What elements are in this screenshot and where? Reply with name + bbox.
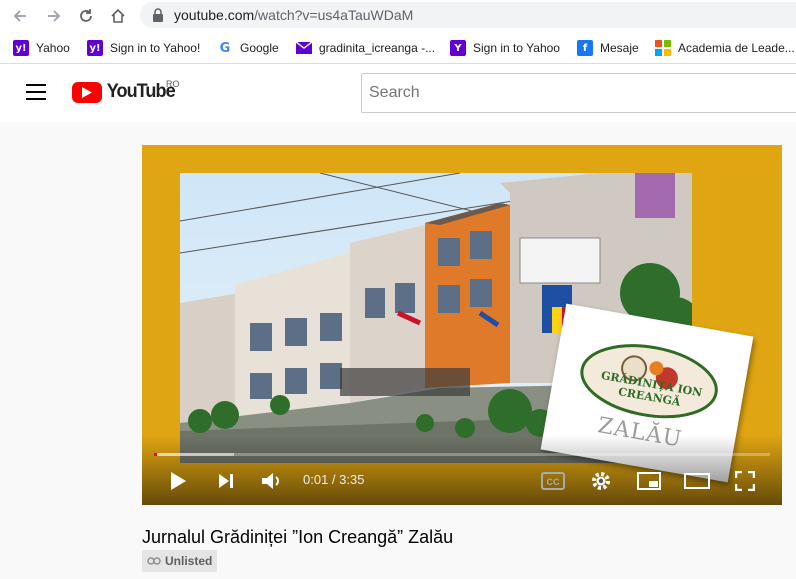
play-button[interactable] <box>162 467 194 495</box>
arrow-right-icon <box>48 10 61 22</box>
yahoo-icon: Y <box>450 40 466 56</box>
bookmark-yahoo[interactable]: y! Yahoo <box>13 38 70 58</box>
mail-icon <box>296 40 312 56</box>
url-host: youtube.com <box>174 7 255 23</box>
url-path: /watch?v=us4aTauWDaM <box>254 7 414 23</box>
youtube-header: YouTube RO <box>0 64 796 122</box>
youtube-logo[interactable]: YouTube <box>72 81 176 103</box>
logo-text: YouTube <box>106 81 176 102</box>
address-bar[interactable]: youtube.com/watch?v=us4aTauWDaM <box>140 2 796 28</box>
theater-mode-button[interactable] <box>681 467 713 495</box>
microsoft-icon <box>655 40 671 56</box>
gear-icon <box>592 472 610 490</box>
fullscreen-button[interactable] <box>729 467 761 495</box>
yahoo-icon: y! <box>13 40 29 56</box>
captions-button[interactable]: CC <box>537 467 569 495</box>
bookmark-label: Mesaje <box>600 41 639 55</box>
bookmark-sign-in-yahoo-2[interactable]: Y Sign in to Yahoo <box>450 38 560 58</box>
bookmark-label: Sign in to Yahoo! <box>110 41 201 55</box>
badge-label: Unlisted <box>165 554 213 568</box>
captions-icon: CC <box>541 472 565 490</box>
bookmark-academia[interactable]: Academia de Leade... <box>655 38 795 58</box>
home-button[interactable] <box>106 4 130 28</box>
bookmark-label: Sign in to Yahoo <box>473 41 560 55</box>
fullscreen-icon <box>735 471 755 491</box>
bookmark-mesaje[interactable]: f Mesaje <box>577 38 639 58</box>
next-icon <box>219 474 233 488</box>
country-code: RO <box>166 79 180 89</box>
url-text: youtube.com/watch?v=us4aTauWDaM <box>174 7 413 23</box>
svg-text:CC: CC <box>547 477 560 487</box>
browser-toolbar: youtube.com/watch?v=us4aTauWDaM <box>0 0 796 32</box>
bookmarks-bar: y! Yahoo y! Sign in to Yahoo! G Google g… <box>0 33 796 61</box>
play-icon <box>171 472 186 490</box>
arrow-left-icon <box>13 10 26 22</box>
facebook-icon: f <box>577 40 593 56</box>
google-icon: G <box>217 40 233 56</box>
progress-loaded <box>154 453 235 456</box>
bookmark-label: Google <box>240 41 279 55</box>
video-title: Jurnalul Grădiniței ”Ion Creangă” Zalău <box>142 527 454 547</box>
reload-icon <box>80 9 92 22</box>
video-player[interactable]: GRĂDINIȚA ION CREANGĂ ZALĂU 0:01 / 3:35 … <box>142 145 782 505</box>
miniplayer-icon <box>637 472 661 490</box>
time-display: 0:01 / 3:35 <box>303 472 365 487</box>
bookmark-label: gradinita_icreanga -... <box>319 41 436 55</box>
search-box[interactable] <box>361 73 796 113</box>
bookmark-label: Academia de Leade... <box>678 41 795 55</box>
miniplayer-button[interactable] <box>633 467 665 495</box>
next-button[interactable] <box>210 467 242 495</box>
reload-button[interactable] <box>74 4 98 28</box>
bookmark-label: Yahoo <box>36 41 70 55</box>
settings-button[interactable] <box>585 467 617 495</box>
search-input[interactable] <box>362 74 796 112</box>
yahoo-icon: y! <box>87 40 103 56</box>
bookmark-sign-in-yahoo[interactable]: y! Sign in to Yahoo! <box>87 38 200 58</box>
unlisted-badge: Unlisted <box>142 550 218 572</box>
link-icon <box>147 557 161 565</box>
menu-icon[interactable] <box>26 84 46 100</box>
back-button[interactable] <box>8 4 32 28</box>
bookmark-gradinita-mail[interactable]: gradinita_icreanga -... <box>296 38 435 58</box>
lock-icon <box>153 8 163 22</box>
progress-played <box>154 453 158 456</box>
bookmark-google[interactable]: G Google <box>217 38 279 58</box>
youtube-play-icon <box>72 81 102 103</box>
home-icon <box>111 8 125 23</box>
progress-bar[interactable] <box>154 453 770 456</box>
browser-chrome: youtube.com/watch?v=us4aTauWDaM y! Yahoo… <box>0 0 796 64</box>
forward-button[interactable] <box>42 4 66 28</box>
theater-icon <box>684 473 710 489</box>
volume-icon <box>262 473 279 489</box>
volume-button[interactable] <box>256 467 288 495</box>
